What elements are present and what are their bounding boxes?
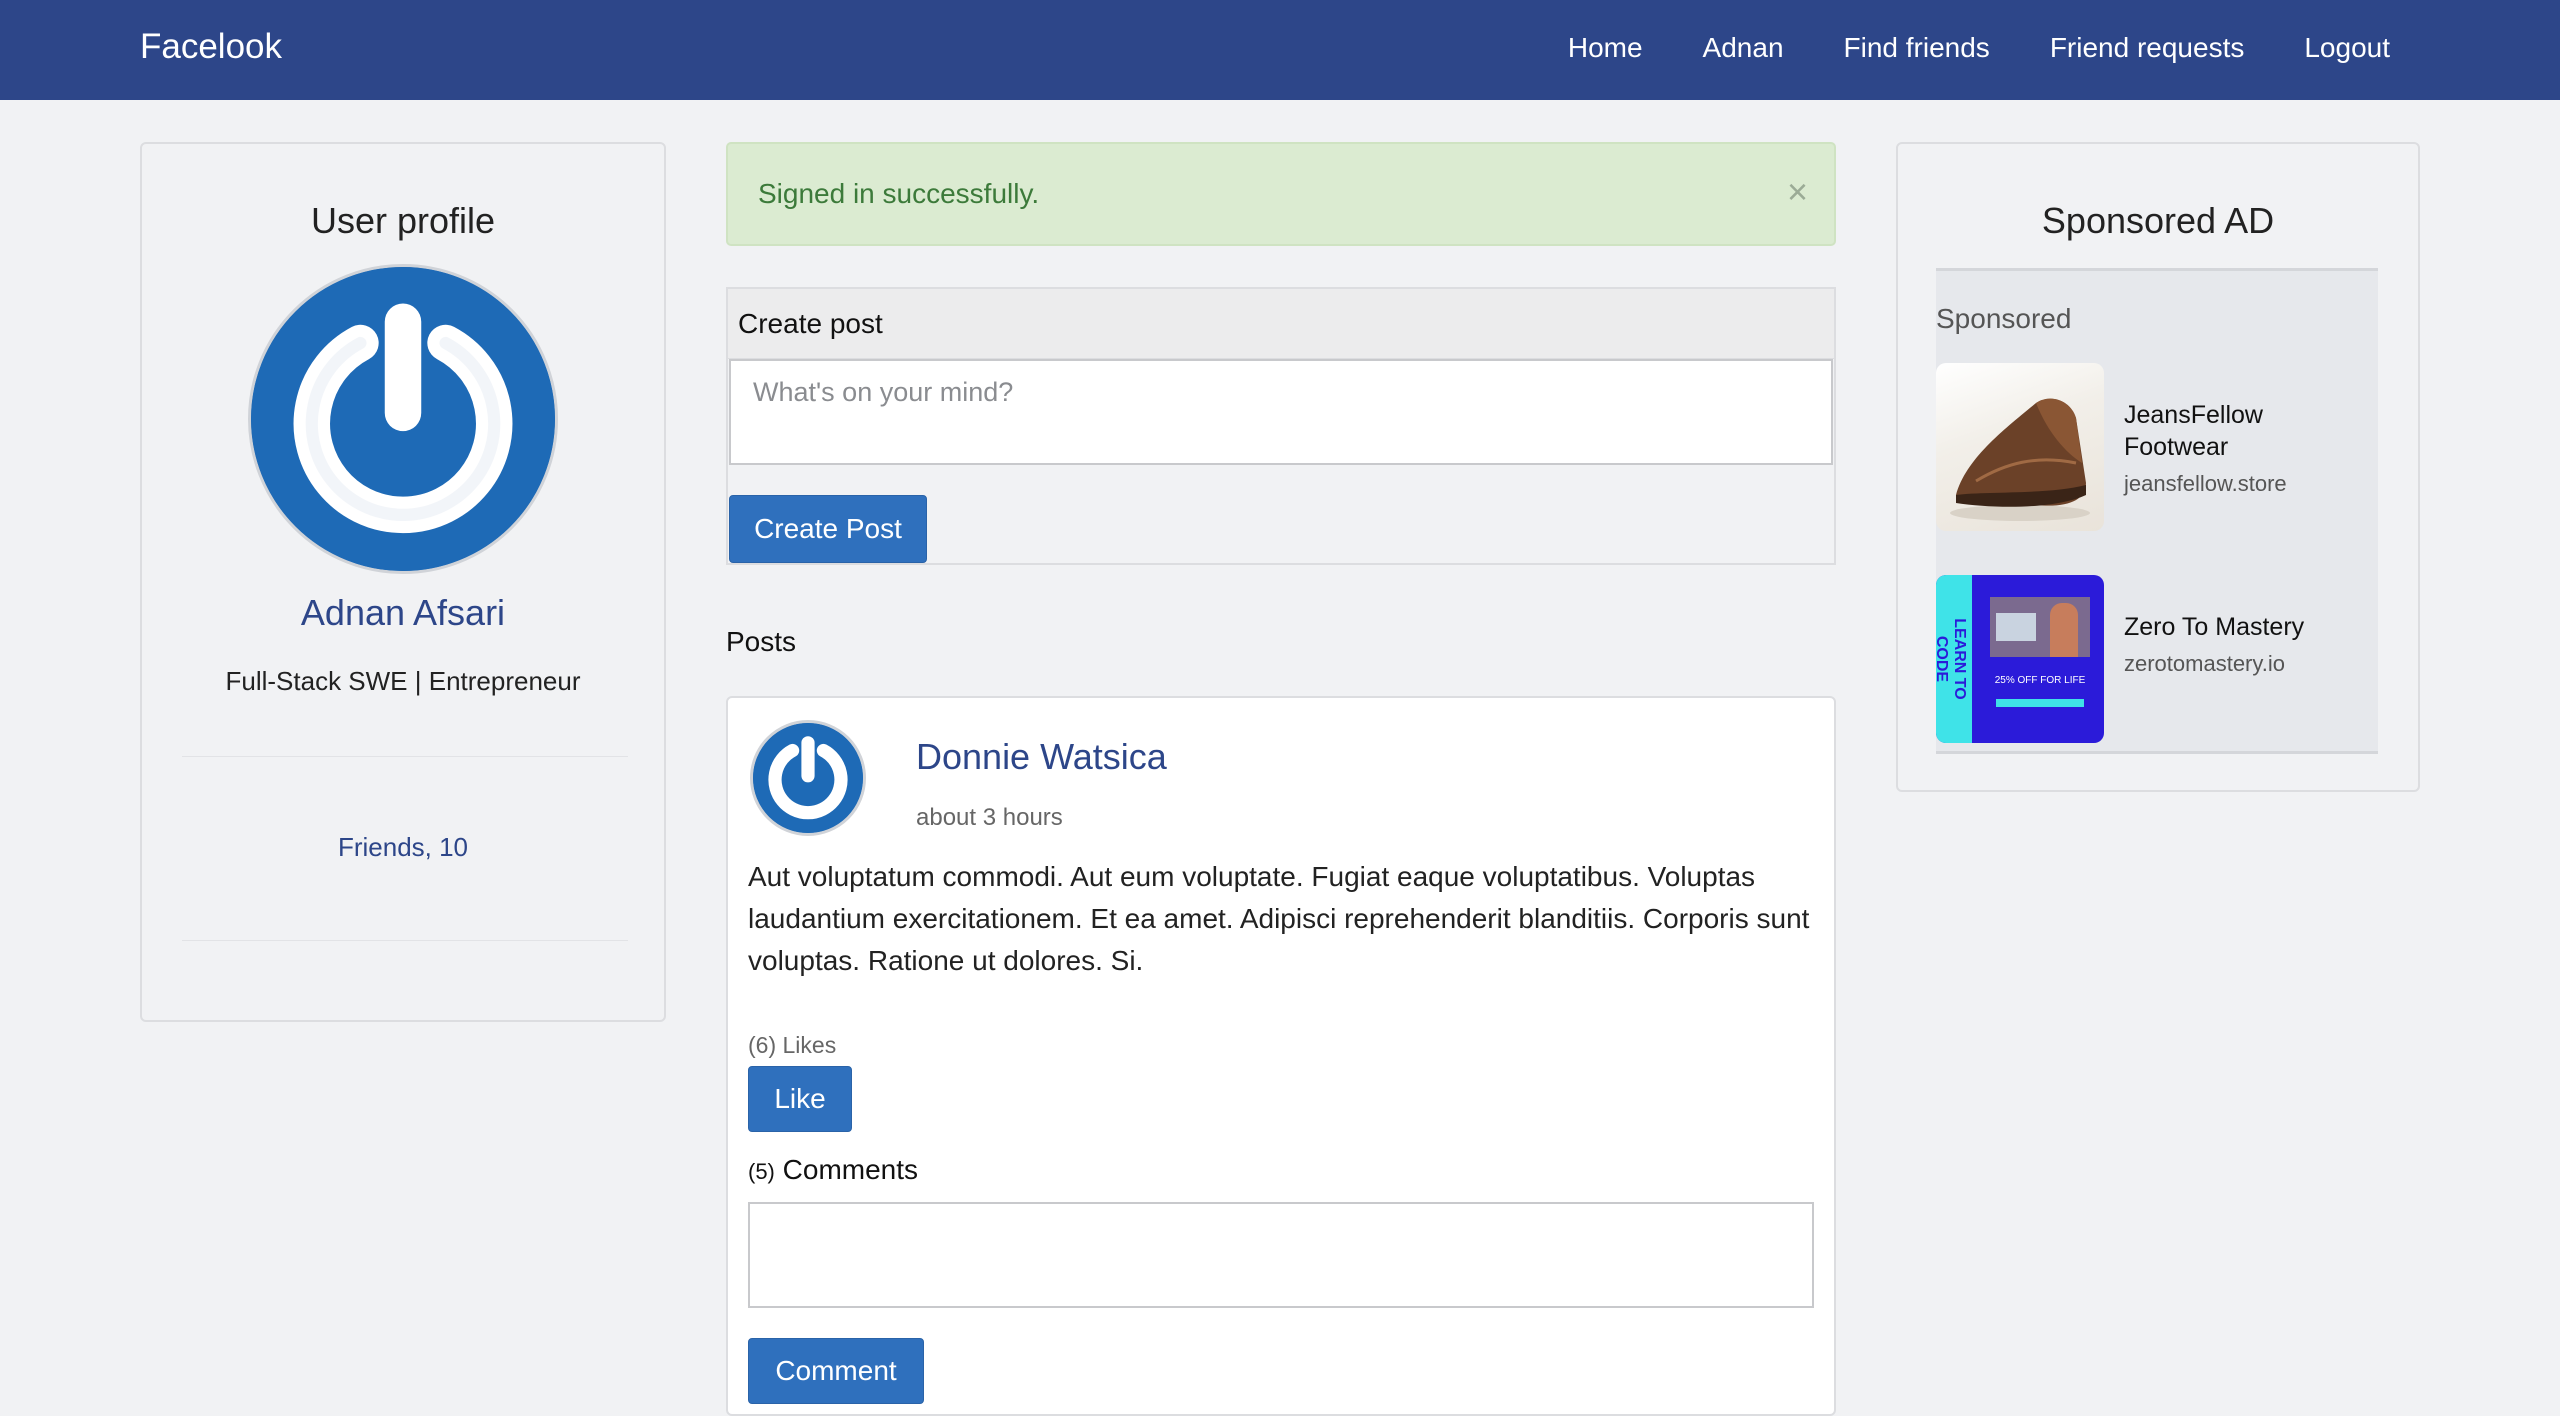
nav-find-friends-link[interactable]: Find friends [1844, 32, 1990, 64]
user-profile-panel: User profile Adnan Afsari Full-Stack SWE… [140, 142, 666, 1022]
sponsored-panel: Sponsored AD Sponsored JeansFellow Footw… [1896, 142, 2420, 792]
ad-thumbnail-jeansfellow[interactable] [1936, 363, 2104, 531]
nav-links: Home Adnan Find friends Friend requests … [1568, 32, 2390, 64]
boot-image-icon [1950, 398, 2090, 521]
ad-photo-icon [1990, 597, 2090, 657]
nav-friend-requests-link[interactable]: Friend requests [2050, 32, 2245, 64]
ad-title-line[interactable]: JeansFellow [2124, 399, 2263, 431]
profile-panel-title: User profile [310, 200, 496, 241]
top-navbar: Facelook Home Adnan Find friends Friend … [0, 0, 2560, 100]
post-card: Donnie Watsica about 3 hours Aut volupta… [726, 696, 1836, 1416]
close-icon[interactable]: × [1787, 174, 1808, 210]
nav-profile-link[interactable]: Adnan [1703, 32, 1784, 64]
post-body-text: Aut voluptatum commodi. Aut eum voluptat… [748, 861, 1810, 976]
sponsored-panel-title: Sponsored AD [2041, 200, 2275, 241]
nav-home-link[interactable]: Home [1568, 32, 1643, 64]
ad-title-line[interactable]: Zero To Mastery [2124, 611, 2304, 643]
friends-count-link[interactable]: Friends, 10 [142, 832, 664, 863]
profile-name-link[interactable]: Adnan Afsari [142, 592, 664, 634]
profile-divider [182, 756, 628, 757]
power-logo-icon [753, 723, 863, 833]
sponsored-box: Sponsored JeansFellow Footwear jeansfell… [1936, 268, 2378, 754]
profile-divider [182, 940, 628, 941]
create-post-title: Create post [738, 308, 883, 339]
ad-domain: jeansfellow.store [2124, 471, 2287, 496]
ad-title-line[interactable]: Footwear [2124, 431, 2228, 463]
create-post-header: Create post [728, 289, 1834, 359]
comments-count: (5) [748, 1159, 775, 1184]
post-author-avatar[interactable] [750, 720, 866, 836]
sponsored-label: Sponsored [1936, 303, 2072, 334]
ad-button-shape [1996, 699, 2084, 707]
post-author-link[interactable]: Donnie Watsica [916, 736, 1167, 778]
post-likes-count: (6) Likes [748, 1032, 837, 1058]
ad-thumbnail-zerotomastery[interactable]: LEARN TO CODE 25% OFF FOR LIFE [1936, 575, 2104, 743]
power-logo-icon [251, 267, 555, 571]
create-post-button[interactable]: Create Post [729, 495, 927, 563]
comments-label: (5) Comments [748, 1154, 918, 1186]
comment-button[interactable]: Comment [748, 1338, 924, 1404]
post-content-input[interactable] [729, 359, 1833, 465]
profile-avatar [248, 264, 558, 574]
ad-banner-text: LEARN TO CODE [1936, 618, 1968, 700]
like-button[interactable]: Like [748, 1066, 852, 1132]
comments-label-text: Comments [782, 1154, 919, 1185]
profile-bio: Full-Stack SWE | Entrepreneur [225, 666, 581, 696]
post-timestamp: about 3 hours [916, 804, 1063, 831]
brand-logo-link[interactable]: Facelook [140, 27, 282, 67]
success-alert: Signed in successfully. × [726, 142, 1836, 246]
ad-promo-text: 25% OFF FOR LIFE [1994, 675, 2086, 686]
comment-input[interactable] [748, 1202, 1814, 1308]
create-post-panel: Create post Create Post [726, 287, 1836, 565]
alert-message: Signed in successfully. [758, 178, 1040, 209]
posts-heading: Posts [726, 626, 797, 657]
nav-logout-link[interactable]: Logout [2304, 32, 2390, 64]
ad-domain: zerotomastery.io [2124, 651, 2285, 676]
